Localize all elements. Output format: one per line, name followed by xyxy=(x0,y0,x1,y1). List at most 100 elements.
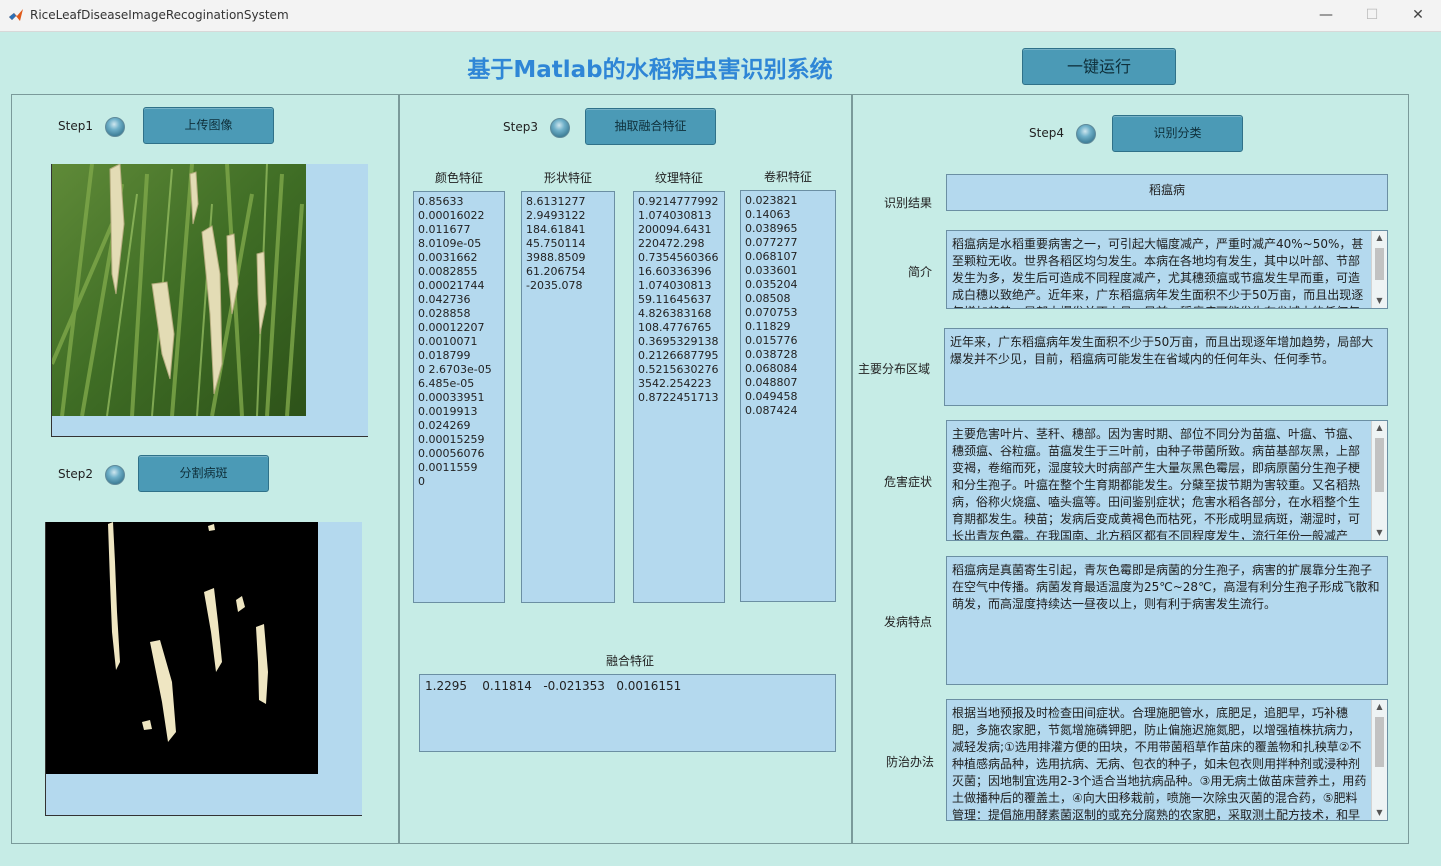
feature-label: 发病特点 xyxy=(883,615,932,629)
intro-scrollbar[interactable]: ▲ ▼ xyxy=(1371,231,1387,308)
list-item[interactable]: 0.00033951 xyxy=(418,391,500,405)
list-item[interactable]: 59.11645637 xyxy=(638,293,720,307)
list-item[interactable]: 0.023821 xyxy=(745,194,831,208)
list-item[interactable]: 3988.8509 xyxy=(526,251,610,265)
list-item[interactable]: 2.9493122 xyxy=(526,209,610,223)
list-item[interactable]: 0.11829 xyxy=(745,320,831,334)
list-item[interactable]: 0.08508 xyxy=(745,292,831,306)
list-item[interactable]: 0.00016022 xyxy=(418,209,500,223)
list-item[interactable]: 0.7354560366 xyxy=(638,251,720,265)
scroll-down-icon[interactable]: ▼ xyxy=(1372,807,1387,819)
list-item[interactable]: 0.038965 xyxy=(745,222,831,236)
list-item[interactable]: 220472.298 xyxy=(638,237,720,251)
segment-lesion-button[interactable]: 分割病斑 xyxy=(138,455,269,492)
list-item[interactable]: 0.070753 xyxy=(745,306,831,320)
minimize-button[interactable]: — xyxy=(1303,0,1349,31)
shape-feature-list[interactable]: 8.6131277 2.9493122 184.61841 45.750114 3988… xyxy=(521,191,615,603)
list-item[interactable]: 0 2.6703e-05 xyxy=(418,363,500,377)
conv-feature-list[interactable]: 0.023821 0.14063 0.038965 0.077277 0.068107 0… xyxy=(740,190,836,602)
extract-features-button[interactable]: 抽取融合特征 xyxy=(585,108,716,145)
list-item[interactable]: 0.5215630276 xyxy=(638,363,720,377)
list-item[interactable]: 0.068107 xyxy=(745,250,831,264)
control-textarea[interactable]: 根据当地预报及时检查田间症状。合理施肥管水，底肥足，追肥早，巧补穗肥，多施农家肥… xyxy=(946,699,1388,821)
list-item[interactable]: 0.018799 xyxy=(418,349,500,363)
list-item[interactable]: 8.6131277 xyxy=(526,195,610,209)
list-item[interactable]: 0 xyxy=(418,475,500,489)
title-bar: RiceLeafDiseaseImageRecoginationSystem —… xyxy=(0,0,1441,32)
list-item[interactable]: 0.00056076 xyxy=(418,447,500,461)
list-item[interactable]: 0.087424 xyxy=(745,404,831,418)
list-item[interactable]: 0.00012207 xyxy=(418,321,500,335)
close-button[interactable]: ✕ xyxy=(1395,0,1441,31)
maximize-button[interactable]: ☐ xyxy=(1349,0,1395,31)
list-item[interactable]: 1.074030813 xyxy=(638,209,720,223)
list-item[interactable]: 0.0019913 xyxy=(418,405,500,419)
scroll-thumb[interactable] xyxy=(1375,717,1384,767)
run-all-button[interactable]: 一键运行 xyxy=(1022,48,1176,85)
scroll-up-icon[interactable]: ▲ xyxy=(1372,422,1387,434)
list-item[interactable]: 8.0109e-05 xyxy=(418,237,500,251)
list-item[interactable]: 184.61841 xyxy=(526,223,610,237)
step3-lamp xyxy=(550,118,570,138)
page-title: 基于Matlab的水稻病虫害识别系统 xyxy=(467,57,833,83)
list-item[interactable]: 16.60336396 xyxy=(638,265,720,279)
scroll-up-icon[interactable]: ▲ xyxy=(1372,232,1387,244)
region-textarea[interactable]: 近年来，广东稻瘟病年发生面积不少于50万亩，而且出现逐年增加趋势，局部大爆发并不… xyxy=(944,328,1388,406)
fusion-feature-header: 融合特征 xyxy=(605,654,654,668)
list-item[interactable]: 0.035204 xyxy=(745,278,831,292)
list-item[interactable]: 0.8722451713 xyxy=(638,391,720,405)
symptom-scrollbar[interactable]: ▲ ▼ xyxy=(1371,421,1387,540)
list-item[interactable]: 0.2126687795 xyxy=(638,349,720,363)
color-feature-list[interactable]: 0.85633 0.00016022 0.011677 8.0109e-05 0.003… xyxy=(413,191,505,603)
list-item[interactable]: 0.028858 xyxy=(418,307,500,321)
list-item[interactable]: 0.077277 xyxy=(745,236,831,250)
list-item[interactable]: 0.3695329138 xyxy=(638,335,720,349)
list-item[interactable]: 0.024269 xyxy=(418,419,500,433)
list-item[interactable]: 0.015776 xyxy=(745,334,831,348)
window-title: RiceLeafDiseaseImageRecoginationSystem xyxy=(30,8,289,22)
list-item[interactable]: 0.0011559 xyxy=(418,461,500,475)
original-image-axes xyxy=(51,164,368,437)
result-field[interactable]: 稻瘟病 xyxy=(946,174,1388,211)
list-item[interactable]: 1.074030813 xyxy=(638,279,720,293)
region-text: 近年来，广东稻瘟病年发生面积不少于50万亩，而且出现逐年增加趋势，局部大爆发并不… xyxy=(950,335,1374,366)
list-item[interactable]: 0.00015259 xyxy=(418,433,500,447)
list-item[interactable]: 0.049458 xyxy=(745,390,831,404)
scroll-thumb[interactable] xyxy=(1375,248,1384,280)
list-item[interactable]: 0.033601 xyxy=(745,264,831,278)
scroll-up-icon[interactable]: ▲ xyxy=(1372,701,1387,713)
list-item[interactable]: 0.068084 xyxy=(745,362,831,376)
list-item[interactable]: 108.4776765 xyxy=(638,321,720,335)
intro-textarea[interactable]: 稻瘟病是水稻重要病害之一，可引起大幅度减产，严重时减产40%~50%，甚至颗粒无… xyxy=(946,230,1388,309)
list-item[interactable]: 0.14063 xyxy=(745,208,831,222)
scroll-down-icon[interactable]: ▼ xyxy=(1372,527,1387,539)
classify-button[interactable]: 识别分类 xyxy=(1112,115,1243,152)
list-item[interactable]: 0.048807 xyxy=(745,376,831,390)
list-item[interactable]: 4.826383168 xyxy=(638,307,720,321)
list-item[interactable]: 0.011677 xyxy=(418,223,500,237)
list-item[interactable]: 0.0031662 xyxy=(418,251,500,265)
feature-textarea[interactable]: 稻瘟病是真菌寄生引起，青灰色霉即是病菌的分生孢子，病害的扩展靠分生孢子在空气中传… xyxy=(946,556,1388,685)
list-item[interactable]: 0.9214777992 xyxy=(638,195,720,209)
fusion-feature-list[interactable]: 1.2295 0.11814 -0.021353 0.0016151 xyxy=(419,674,836,752)
list-item[interactable]: -2035.078 xyxy=(526,279,610,293)
texture-feature-list[interactable]: 0.9214777992 1.074030813 200094.6431 220472… xyxy=(633,191,725,603)
step4-label: Step4 xyxy=(1029,126,1064,140)
scroll-thumb[interactable] xyxy=(1375,438,1384,492)
list-item[interactable]: 0.038728 xyxy=(745,348,831,362)
list-item[interactable]: 200094.6431 xyxy=(638,223,720,237)
list-item[interactable]: 3542.254223 xyxy=(638,377,720,391)
list-item[interactable]: 0.042736 xyxy=(418,293,500,307)
list-item[interactable]: 0.85633 xyxy=(418,195,500,209)
list-item[interactable]: 45.750114 xyxy=(526,237,610,251)
list-item[interactable]: 0.0010071 xyxy=(418,335,500,349)
control-scrollbar[interactable]: ▲ ▼ xyxy=(1371,700,1387,820)
list-item[interactable]: 61.206754 xyxy=(526,265,610,279)
list-item[interactable]: 6.485e-05 xyxy=(418,377,500,391)
list-item[interactable]: 0.00021744 xyxy=(418,279,500,293)
list-item[interactable]: 0.0082855 xyxy=(418,265,500,279)
texture-feature-header: 纹理特征 xyxy=(654,171,703,185)
scroll-down-icon[interactable]: ▼ xyxy=(1372,295,1387,307)
symptom-textarea[interactable]: 主要危害叶片、茎秆、穗部。因为害时期、部位不同分为苗瘟、叶瘟、节瘟、穗颈瘟、谷粒… xyxy=(946,420,1388,541)
upload-image-button[interactable]: 上传图像 xyxy=(143,107,274,144)
